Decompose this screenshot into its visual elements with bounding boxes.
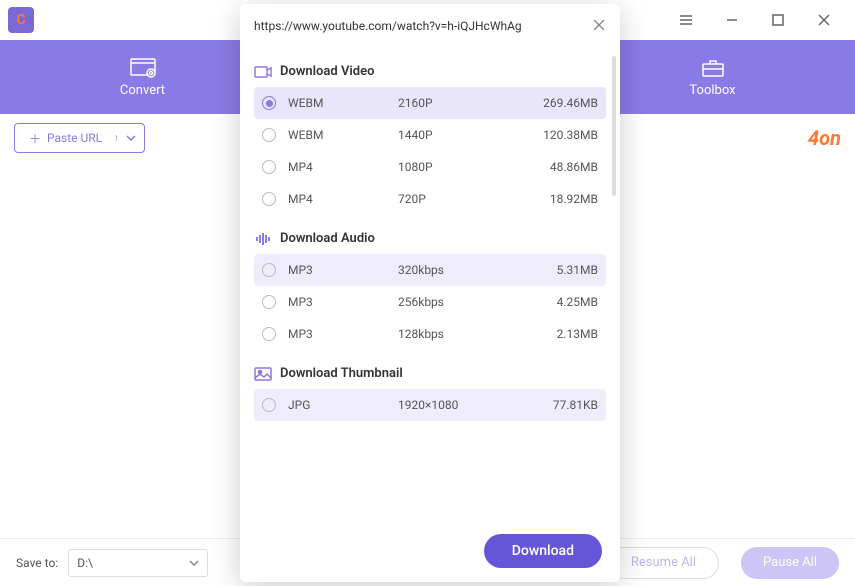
- option-format: MP4: [288, 160, 398, 174]
- section-header-thumbnail: Download Thumbnail: [254, 358, 606, 389]
- image-icon: [254, 367, 272, 381]
- download-option[interactable]: WEBM2160P 269.46MB: [254, 87, 606, 119]
- option-size: 77.81KB: [553, 398, 598, 412]
- dialog-header: [240, 4, 620, 48]
- option-format: MP3: [288, 295, 398, 309]
- nav-toolbox[interactable]: Toolbox: [613, 57, 813, 98]
- download-option[interactable]: JPG1920×1080 77.81KB: [254, 389, 606, 421]
- section-header-audio: Download Audio: [254, 223, 606, 254]
- convert-icon: [129, 57, 157, 79]
- option-quality: 320kbps: [398, 263, 508, 277]
- plus-icon: ＋: [29, 130, 41, 147]
- section-header-video: Download Video: [254, 56, 606, 87]
- paste-url-main[interactable]: ＋ Paste URL: [15, 130, 116, 147]
- pause-all-button[interactable]: Pause All: [741, 547, 839, 579]
- option-quality: 2160P: [398, 96, 508, 110]
- audio-options-list: MP3320kbps5.31MBMP3256kbps4.25MBMP3128kb…: [254, 254, 606, 350]
- resume-all-button[interactable]: Resume All: [608, 547, 719, 579]
- nav-convert-label: Convert: [120, 83, 165, 98]
- window-controls: [663, 0, 847, 40]
- radio-icon: [262, 263, 276, 277]
- option-size: 120.38MB: [543, 128, 598, 142]
- download-option[interactable]: MP3320kbps 5.31MB: [254, 254, 606, 286]
- option-format: MP3: [288, 263, 398, 277]
- option-format: WEBM: [288, 96, 398, 110]
- option-size: 2.13MB: [557, 327, 598, 341]
- thumbnail-options-list: JPG1920×1080 77.81KB: [254, 389, 606, 421]
- nav-convert[interactable]: Convert: [43, 57, 243, 98]
- save-to-value: D:\: [77, 556, 93, 570]
- section-title: Download Thumbnail: [280, 366, 403, 381]
- audio-icon: [254, 232, 272, 246]
- menu-icon[interactable]: [663, 0, 709, 40]
- download-option[interactable]: MP4720P 18.92MB: [254, 183, 606, 215]
- radio-icon: [262, 295, 276, 309]
- download-option[interactable]: MP41080P 48.86MB: [254, 151, 606, 183]
- video-icon: [254, 65, 272, 79]
- option-quality: 256kbps: [398, 295, 508, 309]
- option-quality: 720P: [398, 192, 508, 206]
- radio-icon: [262, 160, 276, 174]
- chevron-down-icon: [189, 560, 199, 566]
- toolbox-icon: [699, 57, 727, 79]
- paste-url-label: Paste URL: [47, 131, 102, 145]
- minimize-icon[interactable]: [709, 0, 755, 40]
- chevron-down-icon: [126, 135, 136, 141]
- option-size: 4.25MB: [557, 295, 598, 309]
- section-title: Download Video: [280, 64, 374, 79]
- dialog-body[interactable]: Download Video WEBM2160P269.46MBWEBM1440…: [240, 48, 620, 520]
- radio-icon: [262, 96, 276, 110]
- option-size: 48.86MB: [550, 160, 598, 174]
- video-options-list: WEBM2160P269.46MBWEBM1440P120.38MBMP4108…: [254, 87, 606, 215]
- close-icon[interactable]: [801, 0, 847, 40]
- option-size: 18.92MB: [550, 192, 598, 206]
- dialog-footer: Download: [240, 520, 620, 582]
- download-button[interactable]: Download: [484, 534, 602, 568]
- option-quality: 128kbps: [398, 327, 508, 341]
- radio-icon: [262, 128, 276, 142]
- app-logo: C: [8, 7, 34, 33]
- download-option[interactable]: MP3256kbps 4.25MB: [254, 286, 606, 318]
- section-title: Download Audio: [280, 231, 375, 246]
- download-dialog: Download Video WEBM2160P269.46MBWEBM1440…: [240, 4, 620, 582]
- option-format: WEBM: [288, 128, 398, 142]
- radio-icon: [262, 327, 276, 341]
- brand-tag: 4on: [808, 126, 841, 150]
- save-to-select[interactable]: D:\: [68, 549, 208, 577]
- nav-toolbox-label: Toolbox: [689, 83, 735, 98]
- option-quality: 1080P: [398, 160, 508, 174]
- option-format: MP3: [288, 327, 398, 341]
- download-option[interactable]: MP3128kbps 2.13MB: [254, 318, 606, 350]
- option-size: 5.31MB: [557, 263, 598, 277]
- radio-icon: [262, 398, 276, 412]
- option-quality: 1440P: [398, 128, 508, 142]
- option-format: MP4: [288, 192, 398, 206]
- paste-url-dropdown[interactable]: [116, 135, 144, 141]
- paste-url-button[interactable]: ＋ Paste URL: [14, 123, 145, 153]
- option-size: 269.46MB: [543, 96, 598, 110]
- scrollbar[interactable]: [612, 56, 616, 196]
- url-input[interactable]: [254, 19, 584, 33]
- close-icon: [592, 18, 606, 32]
- option-format: JPG: [288, 398, 398, 412]
- radio-icon: [262, 192, 276, 206]
- dialog-close-button[interactable]: [592, 17, 606, 36]
- save-to-label: Save to:: [16, 556, 58, 570]
- download-option[interactable]: WEBM1440P 120.38MB: [254, 119, 606, 151]
- option-quality: 1920×1080: [398, 398, 508, 412]
- maximize-icon[interactable]: [755, 0, 801, 40]
